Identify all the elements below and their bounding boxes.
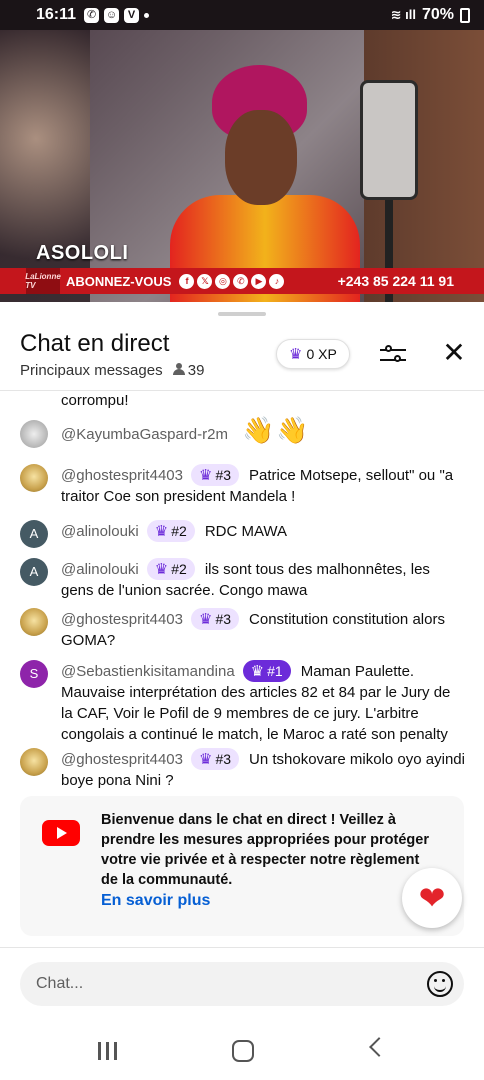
chat-message: A @alinolouki ♛ #2 RDC MAWA — [20, 520, 466, 548]
message-author[interactable]: @ghostesprit4403 — [61, 751, 183, 768]
xp-button[interactable]: ♛ 0 XP — [276, 339, 350, 369]
message-author[interactable]: @alinolouki — [61, 523, 139, 540]
rank-badge: ♛ #3 — [190, 464, 240, 486]
notification-icons: ✆ ☺ V — [84, 7, 150, 23]
crown-icon: ♛ — [198, 467, 213, 484]
snapchat-icon: ☺ — [104, 7, 120, 23]
close-chat-button[interactable]: ✕ — [440, 339, 468, 368]
crown-icon: ♛ — [198, 751, 213, 768]
chat-message-list[interactable]: corrompu! @KayumbaGaspard-r2m 👋👋 @ghostes… — [0, 390, 484, 950]
whatsapp-icon: ✆ — [233, 273, 249, 289]
crown-icon: ♛ — [289, 346, 303, 363]
vimeo-icon: V — [124, 7, 140, 23]
avatar[interactable] — [20, 464, 48, 492]
rank-label: #2 — [171, 561, 187, 577]
crown-icon: ♛ — [154, 523, 169, 540]
heart-reaction-button[interactable]: ❤ — [402, 868, 462, 928]
avatar[interactable] — [20, 748, 48, 776]
chat-title: Chat en direct — [20, 330, 170, 357]
viewer-count-value: 39 — [187, 362, 205, 379]
chat-subtitle-row[interactable]: Principaux messages 39 — [20, 362, 204, 379]
rank-badge: ♛ #1 — [242, 660, 291, 682]
message-author[interactable]: @Sebastienkisitamandina — [61, 663, 235, 680]
chat-message: @ghostesprit4403 ♛ #3 Un tshokovare mikolo … — [20, 748, 466, 791]
battery-level: 70% — [421, 6, 454, 23]
message-author[interactable]: @alinolouki — [61, 561, 139, 578]
xp-label: 0 XP — [306, 346, 337, 362]
avatar[interactable] — [20, 608, 48, 636]
battery-icon — [460, 7, 470, 23]
tiktok-icon: ♪ — [269, 273, 285, 289]
chat-message: @ghostesprit4403 ♛ #3 Constitution constitu… — [20, 608, 466, 651]
chat-settings-button[interactable] — [378, 340, 408, 368]
youtube-icon: ▶ — [251, 273, 267, 289]
crown-icon: ♛ — [198, 611, 213, 628]
message-author[interactable]: @ghostesprit4403 — [61, 467, 183, 484]
overlay-brand: ASOLOLI — [36, 242, 129, 264]
learn-more-link[interactable]: En savoir plus — [101, 892, 210, 910]
avatar[interactable] — [20, 420, 48, 448]
chat-input[interactable] — [20, 962, 464, 1006]
emoji-button[interactable] — [427, 971, 453, 997]
message-author[interactable]: @ghostesprit4403 — [61, 611, 183, 628]
android-nav-bar — [0, 1020, 484, 1080]
subscribe-text: ABONNEZ-VOUS — [66, 273, 172, 289]
facebook-icon: f — [179, 273, 195, 289]
youtube-logo-icon — [42, 820, 80, 846]
video-player[interactable]: ASOLOLI LaLionne TV ABONNEZ-VOUS f 𝕏 ◎ ✆… — [0, 30, 484, 302]
message-text: corrompu! — [61, 392, 129, 409]
avatar[interactable]: S — [20, 660, 48, 688]
welcome-text: Bienvenue dans le chat en direct ! Veill… — [101, 812, 429, 888]
chat-mode-label[interactable]: Principaux messages — [20, 362, 163, 379]
clock: 16:11 — [36, 6, 77, 23]
rank-label: #3 — [215, 611, 232, 627]
avatar[interactable]: A — [20, 558, 48, 586]
viewer-count: 39 — [172, 362, 205, 379]
chat-message-partial: corrompu! — [20, 390, 466, 411]
presenter-face — [225, 110, 297, 205]
rank-label: #3 — [215, 751, 232, 767]
welcome-card: Bienvenue dans le chat en direct ! Veill… — [20, 796, 464, 936]
drag-handle[interactable] — [218, 312, 266, 316]
rank-badge: ♛ #3 — [190, 608, 240, 630]
channel-logo: LaLionne TV — [25, 268, 61, 294]
instagram-icon: ◎ — [215, 273, 231, 289]
chat-message: A @alinolouki ♛ #2 ils sont tous des malhon… — [20, 558, 466, 601]
wifi-signal-icon: ≋ ıll — [390, 7, 416, 22]
chat-message: @ghostesprit4403 ♛ #3 Patrice Motsepe, sell… — [20, 464, 466, 507]
input-divider — [0, 947, 484, 948]
back-button[interactable] — [369, 1037, 389, 1057]
contact-phone: +243 85 224 11 91 — [337, 273, 454, 289]
presenter — [170, 65, 360, 302]
tripod-phone — [360, 80, 418, 200]
message-author[interactable]: @KayumbaGaspard-r2m — [61, 426, 228, 443]
person-icon — [172, 363, 185, 375]
status-bar: 16:11 ✆ ☺ V ≋ ıll 70% — [0, 0, 484, 30]
crown-icon: ♛ — [250, 663, 265, 680]
more-notifications-icon — [144, 12, 150, 18]
rank-badge: ♛ #2 — [146, 558, 195, 580]
system-indicators: ≋ ıll 70% — [391, 6, 470, 24]
rank-label: #3 — [215, 467, 232, 483]
rank-label: #2 — [171, 523, 187, 539]
social-icons: f 𝕏 ◎ ✆ ▶ ♪ — [179, 273, 285, 289]
rank-badge: ♛ #2 — [146, 520, 195, 542]
rank-badge: ♛ #3 — [190, 748, 240, 770]
crown-icon: ♛ — [154, 561, 169, 578]
avatar[interactable]: A — [20, 520, 48, 548]
message-text: RDC MAWA — [204, 523, 288, 540]
recent-apps-button[interactable] — [98, 1042, 118, 1060]
home-button[interactable] — [232, 1040, 254, 1062]
waving-hands-emoji: 👋👋 — [241, 415, 311, 445]
chat-message: S @Sebastienkisitamandina ♛ #1 Maman Paulet… — [20, 660, 466, 745]
rank-label: #1 — [267, 663, 283, 679]
chat-message: @KayumbaGaspard-r2m 👋👋 — [20, 417, 466, 448]
overlay-banner: LaLionne TV ABONNEZ-VOUS f 𝕏 ◎ ✆ ▶ ♪ +24… — [0, 268, 484, 294]
x-icon: 𝕏 — [197, 273, 213, 289]
whatsapp-icon: ✆ — [84, 7, 100, 23]
